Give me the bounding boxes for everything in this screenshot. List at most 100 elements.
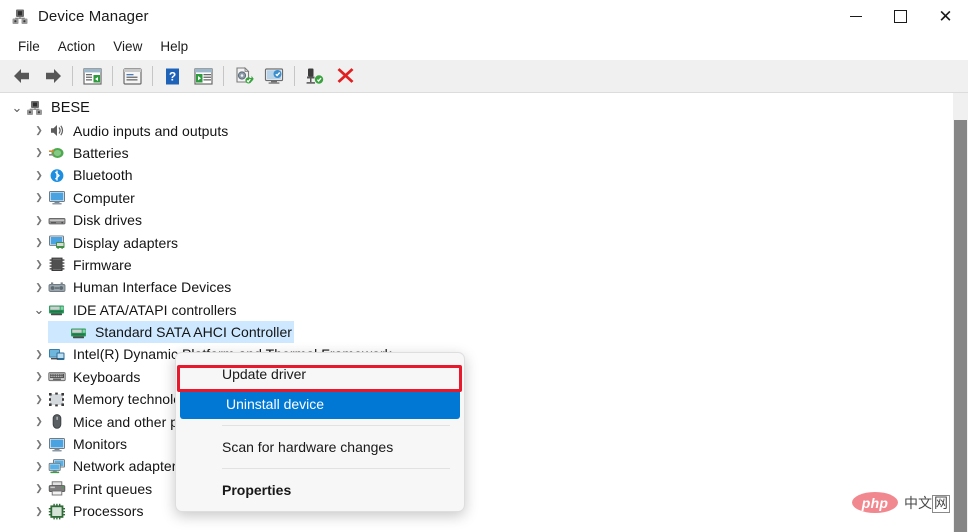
device-tree: ⌄ BESE ❯ Audio inputs and outputs ❯ Batteries… (0, 94, 953, 522)
chevron-right-icon[interactable]: ❯ (30, 282, 48, 293)
back-arrow-icon[interactable] (6, 62, 37, 91)
uninstall-device-icon[interactable] (299, 62, 330, 91)
tree-item-label: Keyboards (73, 368, 141, 385)
maximize-icon (894, 10, 907, 23)
context-menu-item-uninstall-device[interactable]: Uninstall device (180, 389, 460, 419)
chevron-right-icon[interactable]: ❯ (30, 439, 48, 450)
printer-icon (48, 480, 66, 497)
monitor-icon (48, 189, 66, 206)
php-logo: php (852, 492, 898, 513)
memory-icon (48, 391, 66, 408)
tree-item-memory-technology-devices[interactable]: ❯ Memory technology devices (0, 388, 953, 410)
menu-action[interactable]: Action (49, 36, 105, 57)
context-menu-separator (222, 425, 450, 426)
speaker-icon (48, 122, 66, 139)
chevron-right-icon[interactable]: ❯ (30, 259, 48, 270)
chevron-right-icon[interactable]: ❯ (30, 147, 48, 158)
chevron-right-icon[interactable]: ❯ (30, 394, 48, 405)
tree-item-label: Processors (73, 503, 144, 520)
processor-icon (48, 503, 66, 520)
tree-item-bese[interactable]: ⌄ BESE (0, 97, 953, 119)
chevron-right-icon[interactable]: ❯ (30, 371, 48, 382)
context-menu-item-scan-for-hardware-changes[interactable]: Scan for hardware changes (176, 432, 464, 462)
vertical-scrollbar[interactable] (953, 93, 968, 532)
tree-item-bluetooth[interactable]: ❯ Bluetooth (0, 164, 953, 186)
bluetooth-icon (48, 167, 66, 184)
tree-item-label: BESE (51, 100, 90, 117)
tree-item-label: Firmware (73, 256, 132, 273)
chevron-down-icon[interactable]: ⌄ (8, 101, 26, 114)
watermark-cn-2: 网 (932, 494, 950, 513)
disk-drive-icon (48, 212, 66, 229)
menu-bar: File Action View Help (0, 33, 968, 60)
tree-item-network-adapters[interactable]: ❯ Network adapters (0, 455, 953, 477)
watermark: php 中文网 (852, 492, 950, 513)
tree-item-computer[interactable]: ❯ Computer (0, 187, 953, 209)
help-icon[interactable]: ? (157, 62, 188, 91)
chevron-right-icon[interactable]: ❯ (30, 483, 48, 494)
tree-item-batteries[interactable]: ❯ Batteries (0, 142, 953, 164)
chevron-right-icon[interactable]: ❯ (30, 237, 48, 248)
tree-item-print-queues[interactable]: ❯ Print queues (0, 478, 953, 500)
ide-controller-icon (70, 324, 88, 341)
tree-item-audio-inputs-and-outputs[interactable]: ❯ Audio inputs and outputs (0, 119, 953, 141)
minimize-button[interactable] (833, 0, 878, 33)
tree-item-firmware[interactable]: ❯ Firmware (0, 254, 953, 276)
tree-item-disk-drives[interactable]: ❯ Disk drives (0, 209, 953, 231)
title-bar: Device Manager ✕ (0, 0, 968, 33)
tree-item-processors[interactable]: ❯ Processors (0, 500, 953, 522)
menu-help[interactable]: Help (151, 36, 197, 57)
computer-root-icon (26, 100, 44, 117)
menu-view[interactable]: View (104, 36, 151, 57)
tree-item-intel-r-dynamic-platform-and-thermal-framework[interactable]: ❯Intel(R) Dynamic Platform and Thermal F… (0, 343, 953, 365)
tree-item-display-adapters[interactable]: ❯ Display adapters (0, 231, 953, 253)
device-manager-icon (11, 8, 29, 26)
hid-icon (48, 279, 66, 296)
chevron-down-icon[interactable]: ⌄ (30, 303, 48, 316)
close-button[interactable]: ✕ (923, 0, 968, 33)
tree-item-monitors[interactable]: ❯ Monitors (0, 433, 953, 455)
keyboard-icon (48, 368, 66, 385)
tree-item-standard-sata-ahci-controller[interactable]: Standard SATA AHCI Controller (0, 320, 953, 344)
chevron-right-icon[interactable]: ❯ (30, 125, 48, 136)
properties-icon[interactable] (117, 62, 148, 91)
toolbar-separator (294, 66, 295, 86)
show-hidden-devices-icon[interactable] (188, 62, 219, 91)
tree-item-mice-and-other-pointing-devices[interactable]: ❯ Mice and other pointing devices (0, 410, 953, 432)
context-menu-item-update-driver[interactable]: Update driver (176, 359, 464, 389)
tree-item-label: Monitors (73, 436, 128, 453)
scrollbar-thumb[interactable] (954, 120, 967, 532)
window-title: Device Manager (38, 8, 149, 25)
maximize-button[interactable] (878, 0, 923, 33)
toolbar-separator (112, 66, 113, 86)
scan-hardware-changes-icon[interactable] (259, 62, 290, 91)
display-adapter-icon (48, 234, 66, 251)
chevron-right-icon[interactable]: ❯ (30, 349, 48, 360)
device-tree-pane[interactable]: ⌄ BESE ❯ Audio inputs and outputs ❯ Batteries… (0, 93, 953, 532)
tree-item-human-interface-devices[interactable]: ❯ Human Interface Devices (0, 276, 953, 298)
toolbar-separator (223, 66, 224, 86)
menu-file[interactable]: File (9, 36, 49, 57)
update-driver-icon[interactable] (228, 62, 259, 91)
toolbar: ? (0, 60, 968, 93)
chevron-right-icon[interactable]: ❯ (30, 192, 48, 203)
context-menu-item-properties[interactable]: Properties (176, 475, 464, 505)
disable-device-icon[interactable] (330, 62, 361, 91)
watermark-cn-1: 中文 (904, 495, 932, 512)
tree-item-label: Disk drives (73, 212, 143, 229)
chevron-right-icon[interactable]: ❯ (30, 461, 48, 472)
show-hide-console-tree-icon[interactable] (77, 62, 108, 91)
tree-item-keyboards[interactable]: ❯ Keyboards (0, 366, 953, 388)
watermark-site-text: 中文网 (904, 493, 950, 513)
forward-arrow-icon[interactable] (37, 62, 68, 91)
tree-item-label: Audio inputs and outputs (73, 122, 229, 139)
chevron-right-icon[interactable]: ❯ (30, 170, 48, 181)
battery-icon (48, 144, 66, 161)
chevron-right-icon[interactable]: ❯ (30, 506, 48, 517)
chevron-right-icon[interactable]: ❯ (30, 215, 48, 226)
firmware-chip-icon (48, 256, 66, 273)
toolbar-separator (152, 66, 153, 86)
chevron-right-icon[interactable]: ❯ (30, 416, 48, 427)
tree-item-ide-ata-atapi-controllers[interactable]: ⌄ IDE ATA/ATAPI controllers (0, 299, 953, 321)
tree-item-label: Standard SATA AHCI Controller (95, 324, 293, 341)
